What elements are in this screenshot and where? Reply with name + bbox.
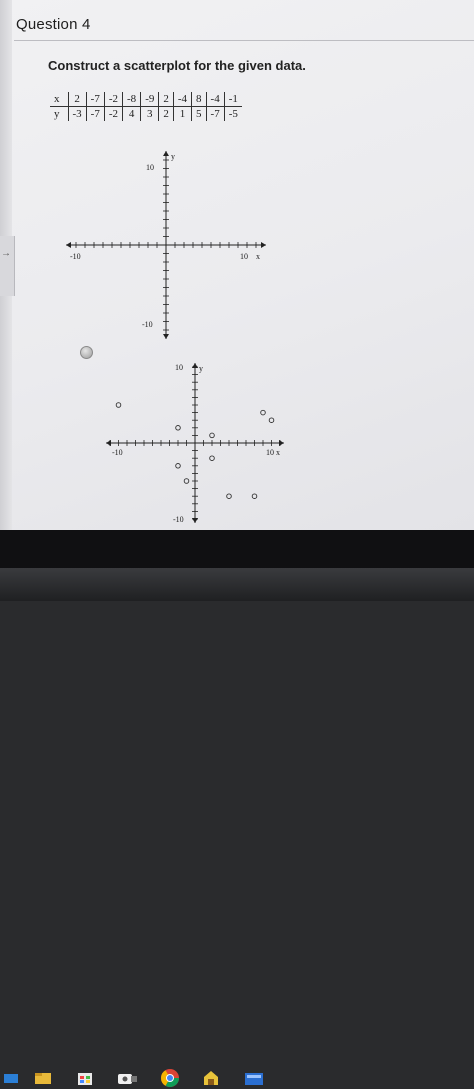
table-cell-y: -7 [205,106,225,121]
plot-x-min-label: -10 [112,448,123,457]
plot-y-axis-name: y [199,364,203,373]
question-prompt: Construct a scatterplot for the given da… [48,58,306,73]
table-cell-y: -3 [67,106,87,121]
start-icon[interactable] [2,1067,24,1089]
table-cell-y: 4 [122,106,141,121]
taskbar [0,530,474,1088]
plot-x-axis-name: x [276,448,280,457]
blank-axes-figure: y x 10 -10 -10 10 [66,151,266,339]
store-icon[interactable] [74,1067,96,1089]
table-row-y: y -3 -7 -2 4 3 2 1 5 -7 -5 [50,106,242,121]
table-cell-x: -1 [223,92,242,107]
table-cell-x: -9 [140,92,159,107]
plot-y-max-label: 10 [175,363,183,372]
x-max-label: 10 [240,252,248,261]
table-cell-y: 1 [172,106,192,121]
table-cell-x: 2 [158,92,174,107]
table-cell-y: -5 [223,106,242,121]
arrow-right-icon[interactable]: → [1,248,11,259]
table-row-x: x 2 -7 -2 -8 -9 2 -4 8 -4 -1 [50,92,242,107]
security-icon[interactable] [200,1067,222,1089]
y-axis-name: y [171,152,175,161]
table-cell-y: 2 [158,106,174,121]
answer-scatterplot: y x 10 -10 -10 10 [106,363,284,524]
data-table: x 2 -7 -2 -8 -9 2 -4 8 -4 -1 y -3 -7 -2 … [50,92,242,121]
y-min-label: -10 [142,320,153,329]
table-cell-y: 5 [191,106,207,121]
app-icon[interactable] [243,1067,265,1089]
table-cell-x: -4 [205,92,225,107]
table-header-x: x [50,92,68,107]
table-cell-y: -2 [103,106,123,121]
browser-screen: → Question 4 Construct a scatterplot for… [0,0,474,530]
device-frame [0,568,474,601]
x-axis-name: x [256,252,260,261]
scatter-point [175,463,181,469]
y-max-label: 10 [146,163,154,172]
file-explorer-icon[interactable] [32,1067,54,1089]
plot-y-min-label: -10 [173,515,184,524]
table-cell-y: 3 [140,106,159,121]
scatter-point [115,402,122,408]
side-panel-toggle[interactable] [0,236,15,296]
plot-x-max-label: 10 [266,448,274,457]
scatter-point [226,493,232,499]
table-cell-x: -7 [85,92,105,107]
scatter-point [260,409,266,416]
camera-icon[interactable] [116,1067,138,1089]
table-cell-x: -2 [103,92,123,107]
header-divider [14,40,474,41]
scatter-point [251,493,258,499]
table-cell-x: -8 [122,92,141,107]
x-min-label: -10 [70,252,81,261]
scatter-point [209,432,215,439]
table-cell-x: -4 [172,92,192,107]
chrome-icon[interactable] [159,1067,181,1089]
scatter-point [268,417,275,423]
scatter-point [183,478,190,484]
table-header-y: y [54,108,60,120]
table-cell-x: 8 [191,92,207,107]
scatter-point [175,425,181,431]
table-cell-x: 2 [67,92,87,107]
question-title: Question 4 [16,16,91,33]
scatter-point [209,455,215,461]
table-cell-y: -7 [85,106,105,121]
